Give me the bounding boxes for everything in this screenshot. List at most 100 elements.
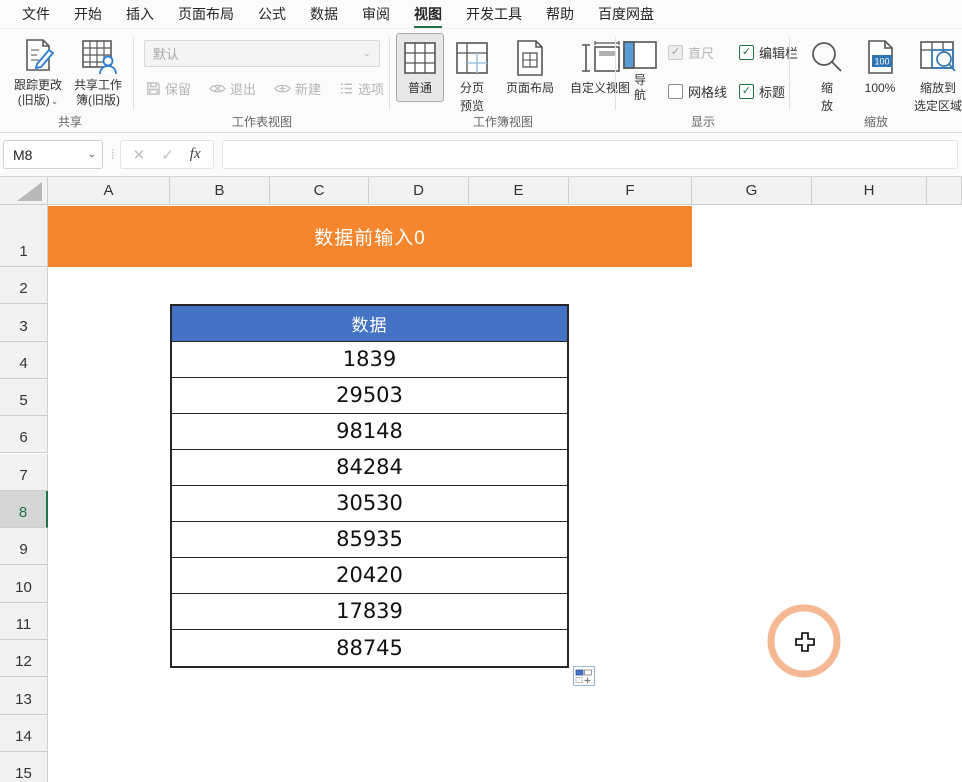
keep-view-button[interactable]: 保留 [146,79,191,98]
spreadsheet-app: 文件开始插入页面布局公式数据审阅视图开发工具帮助百度网盘 跟踪更改 (旧版) [0,0,962,782]
menu-tab-11[interactable]: 百度网盘 [586,1,666,27]
track-changes-label-1: 跟踪更改 [14,78,62,93]
checkbox-box[interactable]: ✓ [739,84,754,99]
menu-tab-3[interactable]: 插入 [114,1,166,27]
column-header-partial[interactable] [927,177,962,205]
zoom-to-selection-button[interactable]: 缩放到 选定区域 [908,33,962,117]
table-cell-row-5[interactable]: 29503 [172,378,567,414]
checkbox-box[interactable] [668,84,683,99]
table-cell-row-10[interactable]: 20420 [172,558,567,594]
table-cell-row-12[interactable]: 88745 [172,630,567,666]
checkbox-3[interactable]: 网格线 [668,80,727,103]
row-header-14[interactable]: 14 [0,715,48,752]
normal-view-label: 普通 [408,81,432,96]
new-view-label: 新建 [295,79,321,98]
column-header-A[interactable]: A [48,177,170,205]
row-header-9[interactable]: 9 [0,528,48,565]
column-header-F[interactable]: F [569,177,692,205]
track-changes-label-2: (旧版) [18,93,50,107]
page-layout-button[interactable]: 页面布局 [500,33,560,99]
keep-view-label: 保留 [165,79,191,98]
row-header-8[interactable]: 8 [0,491,48,528]
track-changes-button[interactable]: 跟踪更改 (旧版)⌄ [8,29,68,109]
share-workbook-button[interactable]: 共享工作 簿(旧版) [68,29,128,109]
checkbox-box[interactable]: ✓ [668,45,683,60]
menu-tab-9[interactable]: 开发工具 [454,1,534,27]
group-label-workbook-views: 工作簿视图 [390,113,616,130]
table-header-cell[interactable]: 数据 [172,306,567,342]
page-layout-label: 页面布局 [506,81,554,96]
menu-tab-1[interactable]: 文件 [10,1,62,27]
chevron-down-icon: ⌄ [363,48,371,59]
row-header-15[interactable]: 15 [0,752,48,782]
navigation-label-2: 航 [634,88,646,103]
insert-function-button[interactable]: fx [190,146,201,163]
options-button[interactable]: 选项 [339,79,384,98]
column-header-C[interactable]: C [270,177,369,205]
checkbox-label: 网格线 [688,82,727,101]
column-header-G[interactable]: G [692,177,812,205]
checkbox-label: 标题 [759,82,785,101]
row-header-13[interactable]: 13 [0,677,48,714]
zoom-button[interactable]: 缩 放 [802,33,852,117]
menu-tab-7[interactable]: 审阅 [350,1,402,27]
column-header-H[interactable]: H [812,177,927,205]
menu-tab-4[interactable]: 页面布局 [166,1,246,27]
row-header-4[interactable]: 4 [0,342,48,379]
select-all-corner[interactable] [0,177,48,205]
zoom-100-button[interactable]: 100 100% [856,33,904,99]
menu-tab-8[interactable]: 视图 [402,1,454,27]
menu-tab-6[interactable]: 数据 [298,1,350,27]
navigation-button[interactable]: 导 航 [622,35,658,103]
row-header-2[interactable]: 2 [0,267,48,304]
sheet-view-select[interactable]: 默认 ⌄ [144,40,380,67]
track-changes-icon [19,34,57,78]
zoom-label-2: 放 [821,99,833,114]
row-header-3[interactable]: 3 [0,304,48,341]
new-view-button[interactable]: 新建 [274,79,321,98]
row-header-6[interactable]: 6 [0,416,48,453]
cancel-entry-button[interactable]: ✕ [133,146,146,164]
table-cell-row-9[interactable]: 85935 [172,522,567,558]
chevron-down-icon: ⌄ [51,96,59,106]
normal-view-button[interactable]: 普通 [396,33,444,102]
checkbox-1[interactable]: ✓直尺 [668,41,727,64]
navigation-label-1: 导 [634,73,646,88]
select-all-triangle-icon [0,177,48,205]
column-header-E[interactable]: E [469,177,569,205]
group-label-sheet-views: 工作表视图 [134,113,390,130]
checkbox-box[interactable]: ✓ [739,45,754,60]
table-cell-row-6[interactable]: 98148 [172,414,567,450]
banner-cell[interactable]: 数据前输入0 [48,206,692,267]
row-header-10[interactable]: 10 [0,565,48,602]
menu-tab-2[interactable]: 开始 [62,1,114,27]
column-header-B[interactable]: B [170,177,270,205]
table-cell-row-7[interactable]: 84284 [172,450,567,486]
menu-bar: 文件开始插入页面布局公式数据审阅视图开发工具帮助百度网盘 [0,0,962,28]
page-break-preview-button[interactable]: 分页 预览 [448,33,496,117]
menu-tab-5[interactable]: 公式 [246,1,298,27]
group-label-show: 显示 [616,113,790,130]
row-header-12[interactable]: 12 [0,640,48,677]
formula-input[interactable] [222,140,958,169]
banner-text: 数据前输入0 [314,223,426,250]
sheet-view-select-value: 默认 [153,44,179,63]
zoom-100-icon: 100 [862,38,898,78]
sheet-grid[interactable]: ABCDEFGH 123456789101112131415 数据前输入0 数据… [0,177,962,782]
zoom-label-1: 缩 [821,81,833,96]
confirm-entry-button[interactable]: ✓ [161,146,174,164]
name-box[interactable]: M8 ⌄ [3,140,103,169]
quick-fill-button[interactable] [573,666,595,686]
row-header-1[interactable]: 1 [0,205,48,267]
row-header-7[interactable]: 7 [0,454,48,491]
table-cell-row-11[interactable]: 17839 [172,594,567,630]
data-table[interactable]: 数据 1839295039814884284305308593520420178… [170,304,569,668]
column-header-D[interactable]: D [369,177,469,205]
row-header-11[interactable]: 11 [0,603,48,640]
table-cell-row-4[interactable]: 1839 [172,342,567,378]
row-header-5[interactable]: 5 [0,379,48,416]
exit-view-button[interactable]: 退出 [209,79,256,98]
menu-tab-10[interactable]: 帮助 [534,1,586,27]
table-cell-row-8[interactable]: 30530 [172,486,567,522]
chevron-down-icon: ⌄ [88,149,96,160]
